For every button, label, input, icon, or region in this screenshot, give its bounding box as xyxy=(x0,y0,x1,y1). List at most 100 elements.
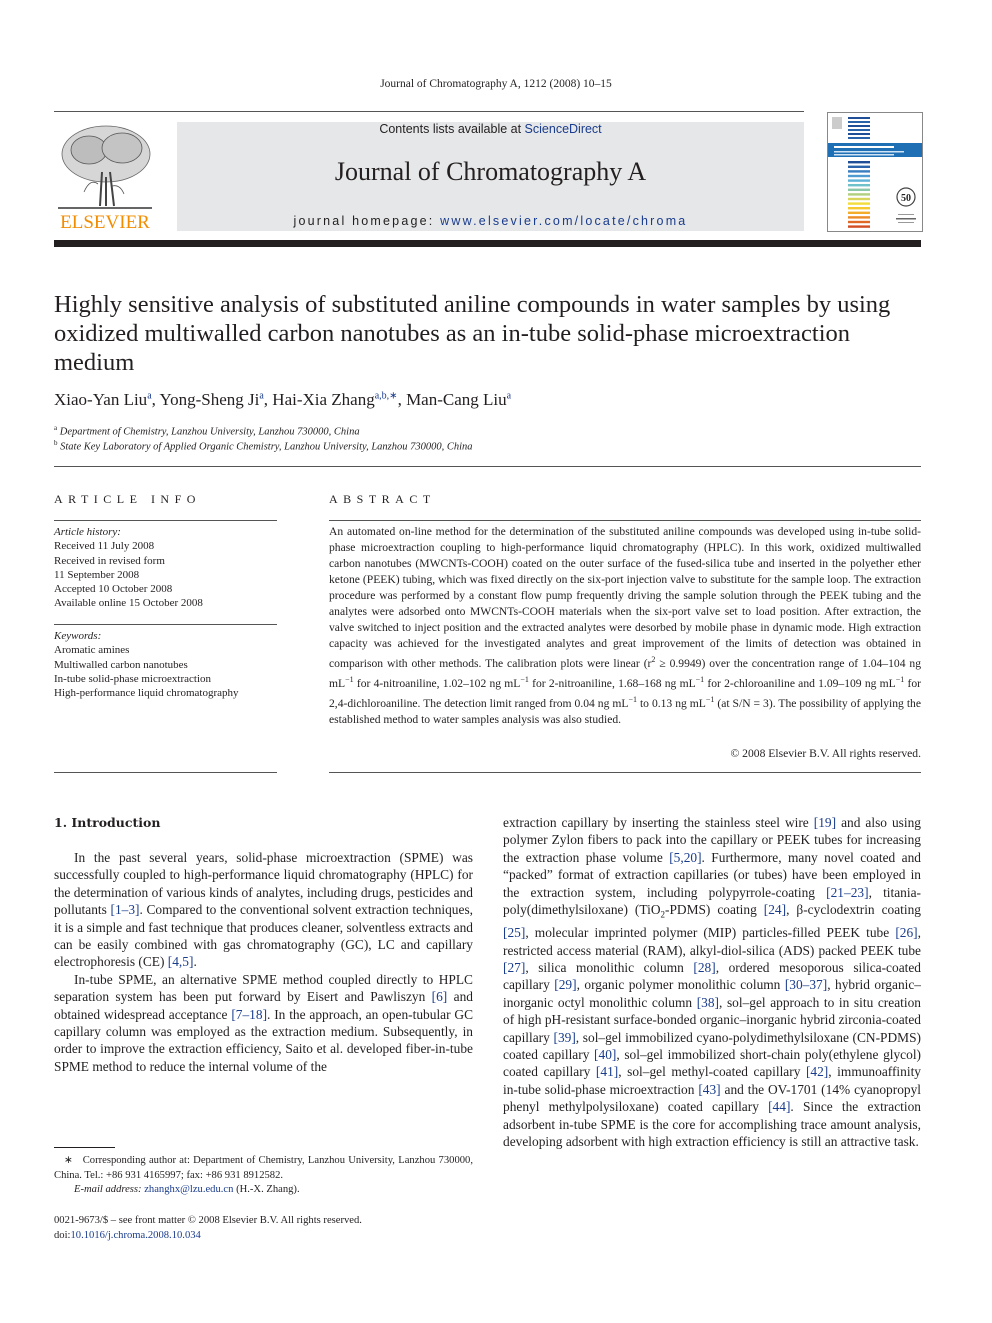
keywords-rule xyxy=(54,624,277,625)
author[interactable]: Man-Cang Liua xyxy=(406,390,511,409)
cover-stripe xyxy=(848,207,870,210)
cover-stripe xyxy=(848,117,870,119)
affiliation-a: a Department of Chemistry, Lanzhou Unive… xyxy=(54,424,360,438)
cover-stripe xyxy=(848,161,870,164)
journal-banner: Contents lists available at ScienceDirec… xyxy=(177,122,804,231)
footnote-rule xyxy=(54,1147,115,1148)
elsevier-wordmark: ELSEVIER xyxy=(60,212,150,233)
citation-link[interactable]: [4,5] xyxy=(168,954,194,969)
issn-doi-block: 0021-9673/$ – see front matter © 2008 El… xyxy=(54,1214,473,1243)
running-head: Journal of Chromatography A, 1212 (2008)… xyxy=(380,78,612,90)
cover-stripe xyxy=(848,179,870,182)
cover-stripe xyxy=(848,211,870,214)
cover-stripe xyxy=(848,184,870,187)
history-item: Available online 15 October 2008 xyxy=(54,597,203,610)
issn-line: 0021-9673/$ – see front matter © 2008 El… xyxy=(54,1215,362,1226)
intro-paragraph-2: In-tube SPME, an alternative SPME method… xyxy=(54,971,473,1075)
citation-link[interactable]: [43] xyxy=(698,1082,720,1097)
article-history-label: Article history: xyxy=(54,526,121,538)
cover-stripe xyxy=(848,174,870,178)
section-heading-introduction: 1. Introduction xyxy=(54,815,161,830)
cover-stripe xyxy=(848,216,870,219)
email-link[interactable]: zhanghx@lzu.edu.cn xyxy=(144,1184,233,1195)
citation-link[interactable]: [42] xyxy=(806,1064,828,1079)
history-item: Received in revised form xyxy=(54,554,165,567)
citation-link[interactable]: [25] xyxy=(503,925,525,940)
sciencedirect-link[interactable]: ScienceDirect xyxy=(525,122,602,136)
cover-stripe xyxy=(848,202,870,205)
citation-link[interactable]: [28] xyxy=(693,960,715,975)
journal-homepage-link[interactable]: www.elsevier.com/locate/chroma xyxy=(440,214,687,228)
cover-stripe xyxy=(848,125,870,127)
article-info-heading: ARTICLE INFO xyxy=(54,492,201,506)
citation-link[interactable]: [38] xyxy=(697,995,719,1010)
keywords: Keywords: Aromatic amines Multiwalled ca… xyxy=(54,629,284,700)
journal-title: Journal of Chromatography A xyxy=(334,157,647,186)
keyword: Aromatic amines xyxy=(54,644,130,657)
tree-icon xyxy=(58,125,152,209)
cover-stripe xyxy=(848,137,870,139)
cover-stripe xyxy=(848,170,870,173)
text-run: extraction capillary by inserting the st… xyxy=(503,815,814,830)
abstract-heading: ABSTRACT xyxy=(329,492,436,506)
history-item: Received 11 July 2008 xyxy=(54,540,155,553)
article-history: Article history: Received 11 July 2008 R… xyxy=(54,525,284,611)
anniversary-badge-text: 50 xyxy=(901,193,911,204)
contents-lists-line: Contents lists available at ScienceDirec… xyxy=(379,122,602,136)
body-column-left: In the past several years, solid-phase m… xyxy=(54,849,473,1075)
masthead-bottom-rule xyxy=(54,240,921,247)
journal-homepage-line: journal homepage: www.elsevier.com/locat… xyxy=(293,214,688,228)
text-run: -PDMS) coating xyxy=(665,902,764,918)
elsevier-logo[interactable]: ELSEVIER xyxy=(54,122,156,234)
cover-art: 50 xyxy=(828,117,922,228)
intro-paragraph-2-continued: extraction capillary by inserting the st… xyxy=(503,814,921,1150)
history-item: Accepted 10 October 2008 xyxy=(54,583,173,596)
corresponding-author-footnote: ∗ Corresponding author at: Department of… xyxy=(54,1155,473,1195)
citation-link[interactable]: [27] xyxy=(503,960,525,975)
author[interactable]: Xiao-Yan Liua, xyxy=(54,390,160,409)
history-item: 11 September 2008 xyxy=(54,568,140,581)
citation-link[interactable]: [19] xyxy=(814,815,836,830)
keyword: In-tube solid-phase microextraction xyxy=(54,672,212,685)
cover-stripe xyxy=(848,220,870,224)
citation-link[interactable]: [30–37] xyxy=(785,977,827,992)
author-corresponding[interactable]: Hai-Xia Zhanga,b,∗, xyxy=(272,390,406,409)
citation-link[interactable]: [1–3] xyxy=(110,902,139,917)
citation-link[interactable]: [29] xyxy=(554,977,576,992)
text-run: , silica monolithic column xyxy=(525,959,694,975)
citation-link[interactable]: [44] xyxy=(768,1099,790,1114)
cover-stripe xyxy=(848,193,870,196)
text-run: . xyxy=(193,954,197,970)
cover-stripe xyxy=(848,197,870,201)
keywords-label: Keywords: xyxy=(54,630,102,642)
text-run: , β-cyclodextrin coating xyxy=(786,902,921,918)
cover-stripe xyxy=(848,129,870,131)
article-info-rule xyxy=(54,520,277,521)
citation-link[interactable]: [24] xyxy=(764,902,786,917)
masthead-top-rule xyxy=(54,111,804,112)
citation-link[interactable]: [41] xyxy=(596,1064,618,1079)
header-divider xyxy=(54,466,921,467)
text-run: , sol–gel methyl-coated capillary xyxy=(618,1064,806,1080)
article-info-bottom-rule xyxy=(54,772,277,773)
citation-link[interactable]: [26] xyxy=(895,925,917,940)
cover-stripe xyxy=(848,133,870,135)
citation-link[interactable]: [6] xyxy=(432,989,448,1004)
citation-link[interactable]: [21–23] xyxy=(826,885,868,900)
journal-cover-thumbnail[interactable]: 50 xyxy=(827,112,923,232)
author[interactable]: Yong-Sheng Jia, xyxy=(160,390,273,409)
citation-link[interactable]: [7–18] xyxy=(231,1007,267,1022)
body-column-right: extraction capillary by inserting the st… xyxy=(503,814,921,1150)
abstract-rule xyxy=(329,520,921,521)
keyword: High-performance liquid chromatography xyxy=(54,687,239,700)
cover-stripe xyxy=(848,225,870,228)
citation-link[interactable]: [40] xyxy=(594,1047,616,1062)
citation-link[interactable]: [5,20] xyxy=(669,850,701,865)
doi-link[interactable]: 10.1016/j.chroma.2008.10.034 xyxy=(70,1230,200,1241)
affiliation-b: b State Key Laboratory of Applied Organi… xyxy=(54,439,473,453)
cover-stripe xyxy=(848,165,870,168)
cover-logo-icon xyxy=(832,117,842,129)
keyword: Multiwalled carbon nanotubes xyxy=(54,658,188,671)
article-title: Highly sensitive analysis of substituted… xyxy=(54,291,891,376)
citation-link[interactable]: [39] xyxy=(553,1030,575,1045)
